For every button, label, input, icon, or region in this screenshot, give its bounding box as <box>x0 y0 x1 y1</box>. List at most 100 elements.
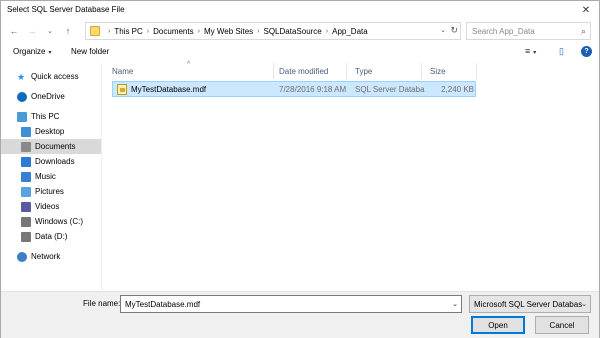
preview-pane-icon[interactable]: ▯ <box>559 46 564 57</box>
view-list-icon: ≡ <box>525 46 531 56</box>
window-title: Select SQL Server Database File <box>7 5 125 14</box>
file-list: Name ^ Date modified Type Size MyTestDat… <box>104 61 599 290</box>
folder-icon <box>90 26 100 36</box>
chevron-down-icon: ⌄ <box>581 301 587 308</box>
column-label: Name <box>112 66 134 76</box>
drive-icon <box>21 216 31 227</box>
recent-locations-icon[interactable]: ⌄ <box>43 23 57 39</box>
file-date-modified: 7/28/2016 9:18 AM <box>279 85 347 94</box>
breadcrumb-separator-icon[interactable]: › <box>147 28 149 35</box>
sidebar-item-label: Network <box>31 252 61 261</box>
command-bar: Organize ▾ New folder ≡ ▾ ▯ ? <box>1 43 599 61</box>
sidebar-item-videos[interactable]: Videos <box>1 199 101 214</box>
file-name-input[interactable]: MyTestDatabase.mdf ⌄ <box>120 295 462 313</box>
column-label: Date modified <box>279 66 329 76</box>
pictures-icon <box>21 186 31 197</box>
desktop-icon <box>21 126 31 137</box>
computer-icon <box>17 111 27 122</box>
database-file-icon <box>117 84 127 95</box>
breadcrumb-separator-icon[interactable]: › <box>108 28 110 35</box>
breadcrumb-separator-icon[interactable]: › <box>257 28 259 35</box>
up-arrow-icon[interactable]: ↑ <box>61 23 75 39</box>
pane-divider <box>101 63 102 290</box>
drive-icon <box>21 231 31 242</box>
file-type-filter-select[interactable]: Microsoft SQL Server Databases ⌄ <box>469 295 591 313</box>
sidebar-item-label: Desktop <box>35 127 65 136</box>
breadcrumb-separator-icon[interactable]: › <box>326 28 328 35</box>
search-icon: ⌕ <box>580 26 586 36</box>
sidebar-item-label: Pictures <box>35 187 64 196</box>
chevron-down-icon[interactable]: ⌄ <box>440 26 446 34</box>
file-type-filter-value: Microsoft SQL Server Databases <box>474 300 582 309</box>
navigation-row: ← → ⌄ ↑ › This PC › Documents › My Web Sites ›… <box>1 21 599 41</box>
forward-arrow-icon[interactable]: → <box>25 23 39 39</box>
organize-label: Organize <box>13 47 46 56</box>
file-name-value: MyTestDatabase.mdf <box>125 300 201 309</box>
sidebar-item-label: Downloads <box>35 157 75 166</box>
breadcrumb-item[interactable]: Documents <box>153 27 193 36</box>
sidebar-item-downloads[interactable]: Downloads <box>1 154 101 169</box>
file-dialog: Select SQL Server Database File ✕ ← → ⌄ … <box>0 0 600 338</box>
sidebar-item-windows-c[interactable]: Windows (C:) <box>1 214 101 229</box>
sidebar-item-label: Windows (C:) <box>35 217 84 226</box>
organize-button[interactable]: Organize ▾ <box>13 47 51 56</box>
sidebar-item-label: Documents <box>35 142 76 151</box>
documents-icon <box>21 141 31 152</box>
breadcrumb-item[interactable]: SQLDataSource <box>264 27 322 36</box>
sidebar-item-label: Data (D:) <box>35 232 68 241</box>
sidebar-item-label: Videos <box>35 202 60 211</box>
navigation-pane: ★ Quick access OneDrive This PC Desktop Docum… <box>1 63 102 290</box>
breadcrumb-item[interactable]: My Web Sites <box>204 27 253 36</box>
help-icon[interactable]: ? <box>581 46 592 57</box>
sidebar-item-onedrive[interactable]: OneDrive <box>1 89 101 104</box>
back-arrow-icon[interactable]: ← <box>7 23 21 39</box>
sidebar-item-network[interactable]: Network <box>1 249 101 264</box>
new-folder-button[interactable]: New folder <box>71 47 109 56</box>
file-name: MyTestDatabase.mdf <box>131 85 207 94</box>
file-row[interactable]: MyTestDatabase.mdf 7/28/2016 9:18 AM SQL… <box>112 81 476 97</box>
file-name-label: File name: <box>83 299 121 308</box>
view-options-icon[interactable]: ≡ ▾ <box>525 46 536 56</box>
open-button[interactable]: Open <box>471 316 525 334</box>
dialog-footer: File name: MyTestDatabase.mdf ⌄ Microsof… <box>1 291 599 338</box>
download-icon <box>21 156 31 167</box>
breadcrumb: › This PC › Documents › My Web Sites › SQLDataS… <box>104 27 368 36</box>
address-bar[interactable]: › This PC › Documents › My Web Sites › SQLDataS… <box>85 22 461 40</box>
column-label: Size <box>430 66 446 76</box>
caret-down-icon: ▾ <box>533 50 537 56</box>
close-icon[interactable]: ✕ <box>577 2 595 18</box>
column-header-date-modified[interactable]: Date modified <box>271 63 347 79</box>
search-input[interactable]: Search App_Data ⌕ <box>466 22 591 40</box>
music-icon <box>21 171 31 182</box>
title-bar: Select SQL Server Database File ✕ <box>1 1 599 19</box>
sidebar-item-this-pc[interactable]: This PC <box>1 109 101 124</box>
star-icon: ★ <box>17 71 26 82</box>
cloud-icon <box>17 91 27 102</box>
chevron-down-icon[interactable]: ⌄ <box>452 300 458 308</box>
file-type: SQL Server Databa... <box>355 85 425 94</box>
sidebar-item-label: Music <box>35 172 56 181</box>
sidebar-item-data-d[interactable]: Data (D:) <box>1 229 101 244</box>
sidebar-item-pictures[interactable]: Pictures <box>1 184 101 199</box>
refresh-icon[interactable]: ↻ <box>450 25 458 36</box>
file-size: 2,240 KB <box>441 85 474 94</box>
sidebar-item-label: Quick access <box>31 72 79 81</box>
cancel-button[interactable]: Cancel <box>535 316 589 334</box>
sidebar-item-documents[interactable]: Documents <box>1 139 101 154</box>
caret-down-icon: ▾ <box>48 50 52 56</box>
sidebar-item-quick-access[interactable]: ★ Quick access <box>1 69 101 84</box>
breadcrumb-item[interactable]: This PC <box>114 27 142 36</box>
column-header-type[interactable]: Type <box>347 63 422 79</box>
column-header-size[interactable]: Size <box>422 63 477 79</box>
sidebar-item-label: This PC <box>31 112 60 121</box>
videos-icon <box>21 201 31 212</box>
column-label: Type <box>355 66 373 76</box>
sidebar-item-label: OneDrive <box>31 92 65 101</box>
sort-ascending-icon: ^ <box>187 61 191 68</box>
search-placeholder: Search App_Data <box>472 27 535 36</box>
breadcrumb-separator-icon[interactable]: › <box>198 28 200 35</box>
sidebar-item-desktop[interactable]: Desktop <box>1 124 101 139</box>
sidebar-item-music[interactable]: Music <box>1 169 101 184</box>
breadcrumb-item[interactable]: App_Data <box>332 27 368 36</box>
network-icon <box>17 251 27 262</box>
